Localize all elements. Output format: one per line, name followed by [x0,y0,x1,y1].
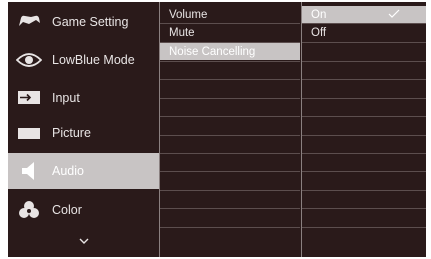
main-menu-item-lowblue-mode[interactable]: LowBlue Mode [8,42,159,78]
main-menu-item-picture[interactable]: Picture [8,115,159,151]
option-item-on[interactable]: On [302,6,426,23]
row-divider [160,190,300,191]
main-menu-item-audio[interactable]: Audio [8,153,159,189]
row-divider [160,23,300,24]
sub-menu-item-mute[interactable]: Mute [160,24,300,41]
sub-menu-label: Volume [169,8,208,21]
row-divider [302,98,426,99]
row-divider [160,153,300,154]
options-menu: On Off [302,2,426,257]
row-divider [302,227,426,228]
option-label: Off [311,26,327,39]
main-menu-label: Picture [52,126,91,140]
main-menu-label: Game Setting [52,15,129,29]
sub-menu-label: Mute [169,26,195,39]
speaker-icon [16,162,42,180]
sub-menu-item-volume[interactable]: Volume [160,6,300,23]
option-item-off[interactable]: Off [302,24,426,41]
row-divider [302,79,426,80]
sub-menu-label: Noise Cancelling [169,45,256,58]
main-menu-item-game-setting[interactable]: Game Setting [8,4,159,40]
row-divider [302,61,426,62]
eye-icon [16,51,42,69]
input-icon [16,89,42,107]
main-menu-item-input[interactable]: Input [8,80,159,116]
row-divider [160,79,300,80]
row-divider [302,171,426,172]
main-menu-label: Color [52,203,82,217]
row-divider [302,135,426,136]
monitor-osd-menu: Game Setting LowBlue Mode Input Picture … [8,2,426,257]
main-menu: Game Setting LowBlue Mode Input Picture … [8,2,159,257]
row-divider [302,153,426,154]
picture-icon [16,124,42,142]
row-divider [160,98,300,99]
row-divider [160,135,300,136]
main-menu-item-color[interactable]: Color [8,192,159,228]
row-divider [160,208,300,209]
row-divider [302,42,426,43]
row-divider [160,42,300,43]
checkmark-icon [388,9,400,22]
scroll-more-button[interactable] [8,230,159,250]
main-menu-label: Input [52,91,80,105]
row-divider [160,116,300,117]
chevron-down-icon [79,231,89,249]
main-menu-label: Audio [52,164,84,178]
controller-icon [16,13,42,31]
row-divider [160,61,300,62]
option-label: On [311,8,327,21]
row-divider [302,190,426,191]
main-menu-label: LowBlue Mode [52,53,135,67]
row-divider [160,227,300,228]
palette-icon [16,201,42,219]
sub-menu-item-noise-cancelling[interactable]: Noise Cancelling [160,43,300,60]
row-divider [302,116,426,117]
row-divider [160,171,300,172]
row-divider [302,23,426,24]
sub-menu: Volume Mute Noise Cancelling [160,2,300,257]
row-divider [302,208,426,209]
